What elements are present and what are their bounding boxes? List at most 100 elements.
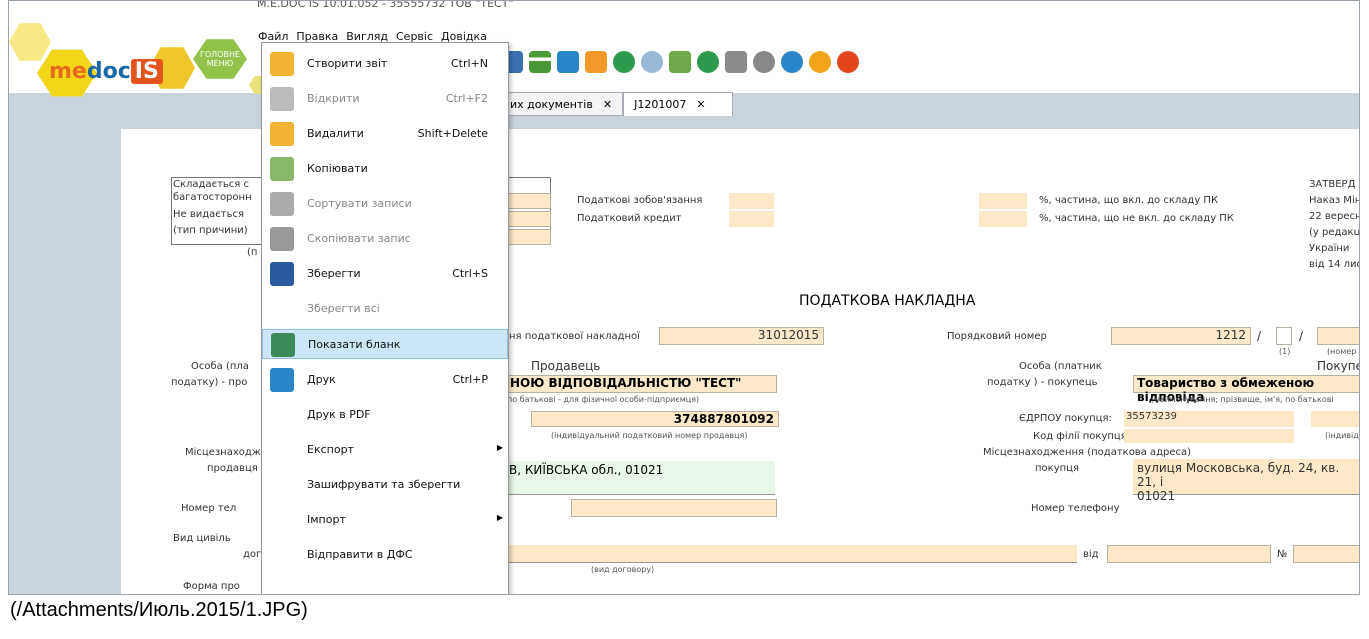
- approved-line: України: [1309, 243, 1350, 254]
- sync-icon[interactable]: [781, 51, 803, 73]
- left-box-field[interactable]: [506, 193, 551, 209]
- seq-field[interactable]: 1212: [1111, 327, 1251, 345]
- tab-documents[interactable]: их документів ✕: [499, 92, 624, 116]
- left-box-field[interactable]: [506, 211, 551, 227]
- contract-type-field[interactable]: [507, 545, 1077, 563]
- menu-item-label: Зашифрувати та зберегти: [307, 478, 461, 491]
- medoc-logo: medoc IS: [49, 59, 163, 87]
- pct-incl-field[interactable]: [979, 193, 1027, 209]
- tab-j1201007[interactable]: J1201007 ✕: [623, 92, 734, 116]
- tax-credit-label: Податковий кредит: [577, 213, 682, 224]
- box-icon[interactable]: [753, 51, 775, 73]
- menu-item-6[interactable]: Скопіювати запис: [262, 224, 508, 254]
- seq-field-2[interactable]: [1276, 327, 1292, 345]
- tab-bar: их документів ✕ J1201007 ✕: [499, 92, 734, 116]
- ipn-sub: (індивідуальний податковий номер продавц…: [551, 431, 748, 440]
- menu-item-10[interactable]: Друк Ctrl+P: [262, 365, 508, 395]
- close-icon[interactable]: ✕: [603, 98, 612, 111]
- search-doc-icon[interactable]: [641, 51, 663, 73]
- seller-heading: Продавець: [531, 359, 601, 373]
- seq-separator: /: [1257, 329, 1262, 343]
- toolbar-icons: [501, 51, 859, 73]
- phone-left-label: Номер тел: [181, 503, 237, 514]
- menu-item-5[interactable]: Сортувати записи: [262, 189, 508, 219]
- seller-phone-field[interactable]: [571, 499, 777, 517]
- menu-item-9[interactable]: Показати бланк: [262, 329, 508, 359]
- menu-item-14[interactable]: Імпорт ▶: [262, 505, 508, 535]
- tax-liabilities-field[interactable]: [729, 193, 774, 209]
- home-label-2: МЕНЮ: [206, 59, 234, 68]
- pct-excl-label: %, частина, що не вкл. до складу ПК: [1039, 213, 1234, 224]
- buyer-heading: Покупець: [1317, 359, 1359, 373]
- buyer-phone-field[interactable]: [1359, 499, 1360, 517]
- tax-credit-field[interactable]: [729, 211, 774, 227]
- seller-name-field[interactable]: НОЮ ВІДПОВІДАЛЬНІСТЮ "ТЕСТ": [507, 375, 777, 393]
- menu-item-2[interactable]: Відкрити Ctrl+F2: [262, 84, 508, 114]
- archive-icon[interactable]: [725, 51, 747, 73]
- left-box-field[interactable]: [506, 229, 551, 245]
- menu-item-11[interactable]: Друк в PDF: [262, 400, 508, 430]
- seq-separator: /: [1299, 329, 1304, 343]
- menu-item-13[interactable]: Зашифрувати та зберегти: [262, 470, 508, 500]
- branch-code-field[interactable]: [1124, 429, 1294, 443]
- seller-sub: по батькові - для фізичної особи-підприє…: [507, 395, 700, 404]
- branch-field[interactable]: [1317, 327, 1359, 345]
- left-box-line: (п: [247, 247, 258, 258]
- person-right: податку ) - покупець: [987, 377, 1098, 388]
- indiv-sub: (індивід: [1325, 431, 1359, 440]
- contract-no-field[interactable]: [1293, 545, 1359, 563]
- menu-item-15[interactable]: Відправити в ДФС: [262, 540, 508, 570]
- menu-item-12[interactable]: Експорт ▶: [262, 435, 508, 465]
- menu-item-8[interactable]: Зберегти всі: [262, 294, 508, 324]
- check-doc-icon[interactable]: [669, 51, 691, 73]
- date-field[interactable]: 31012015: [659, 327, 824, 345]
- menu-item-label: Скопіювати запис: [307, 232, 411, 245]
- left-box-line: Не видається: [173, 209, 245, 220]
- print-toolbar-icon[interactable]: [557, 51, 579, 73]
- list-icon[interactable]: [529, 51, 551, 73]
- menu-item-label: Експорт: [307, 443, 354, 456]
- home-button[interactable]: ГОЛОВНЕ МЕНЮ: [193, 39, 247, 79]
- form-title: ПОДАТКОВА НАКЛАДНА: [799, 293, 976, 309]
- left-box-line: багатосторонн: [173, 192, 252, 203]
- phone-right-label: Номер телефону: [1031, 503, 1120, 514]
- buyer-address-line: 01021: [1137, 489, 1176, 503]
- tax-liabilities-label: Податкові зобов'язання: [577, 195, 703, 206]
- contract-date-field[interactable]: [1107, 545, 1271, 563]
- ipn-field[interactable]: 374887801092: [531, 411, 779, 427]
- seq-label: Порядковий номер: [947, 331, 1047, 342]
- save-icon: [270, 262, 294, 286]
- menu-item-shortcut: Ctrl+F2: [445, 92, 488, 105]
- help-icon[interactable]: [809, 51, 831, 73]
- person-right: Особа (платник: [1019, 361, 1102, 372]
- pct-excl-field[interactable]: [979, 211, 1027, 227]
- seq-sub: (1): [1279, 347, 1291, 356]
- loc-left: продавця: [207, 463, 258, 474]
- menu-item-4[interactable]: Копіювати: [262, 154, 508, 184]
- loc-right-heading: Місцезнаходження (податкова адреса): [983, 447, 1192, 458]
- edrpou-field[interactable]: 35573239: [1124, 411, 1294, 427]
- branch-code-label: Код філії покупця:: [1033, 431, 1131, 442]
- menu-item-1[interactable]: Створити звіт Ctrl+N: [262, 49, 508, 79]
- decor-hexagon: [9, 23, 51, 61]
- mail-icon[interactable]: [585, 51, 607, 73]
- menu-item-label: Видалити: [307, 127, 364, 140]
- seller-address-field[interactable]: В, КИЇВСЬКА обл., 01021: [507, 461, 775, 495]
- menu-item-3[interactable]: Видалити Shift+Delete: [262, 119, 508, 149]
- menu-item-7[interactable]: Зберегти Ctrl+S: [262, 259, 508, 289]
- pct-incl-label: %, частина, що вкл. до складу ПК: [1039, 195, 1219, 206]
- buyer-address-field[interactable]: вулиця Московська, буд. 24, кв. 21, і 01…: [1133, 459, 1359, 503]
- sort-icon: [270, 192, 294, 216]
- date-label: ня податкової накладної: [509, 331, 640, 342]
- loc-left: Місцезнаходж: [185, 447, 261, 458]
- menu-item-label: Відправити в ДФС: [307, 548, 413, 561]
- left-box-line: (тип причини): [173, 225, 248, 236]
- chat-icon[interactable]: [837, 51, 859, 73]
- buyer-name-field[interactable]: Товариство з обмеженою відповіда: [1133, 375, 1359, 404]
- location-icon[interactable]: [613, 51, 635, 73]
- refresh-icon[interactable]: [697, 51, 719, 73]
- close-icon[interactable]: ✕: [696, 98, 705, 111]
- buyer-ipn-field[interactable]: [1311, 411, 1359, 427]
- menu-item-label: Зберегти: [307, 267, 361, 280]
- edrpou-label: ЄДРПОУ покупця:: [1019, 413, 1112, 424]
